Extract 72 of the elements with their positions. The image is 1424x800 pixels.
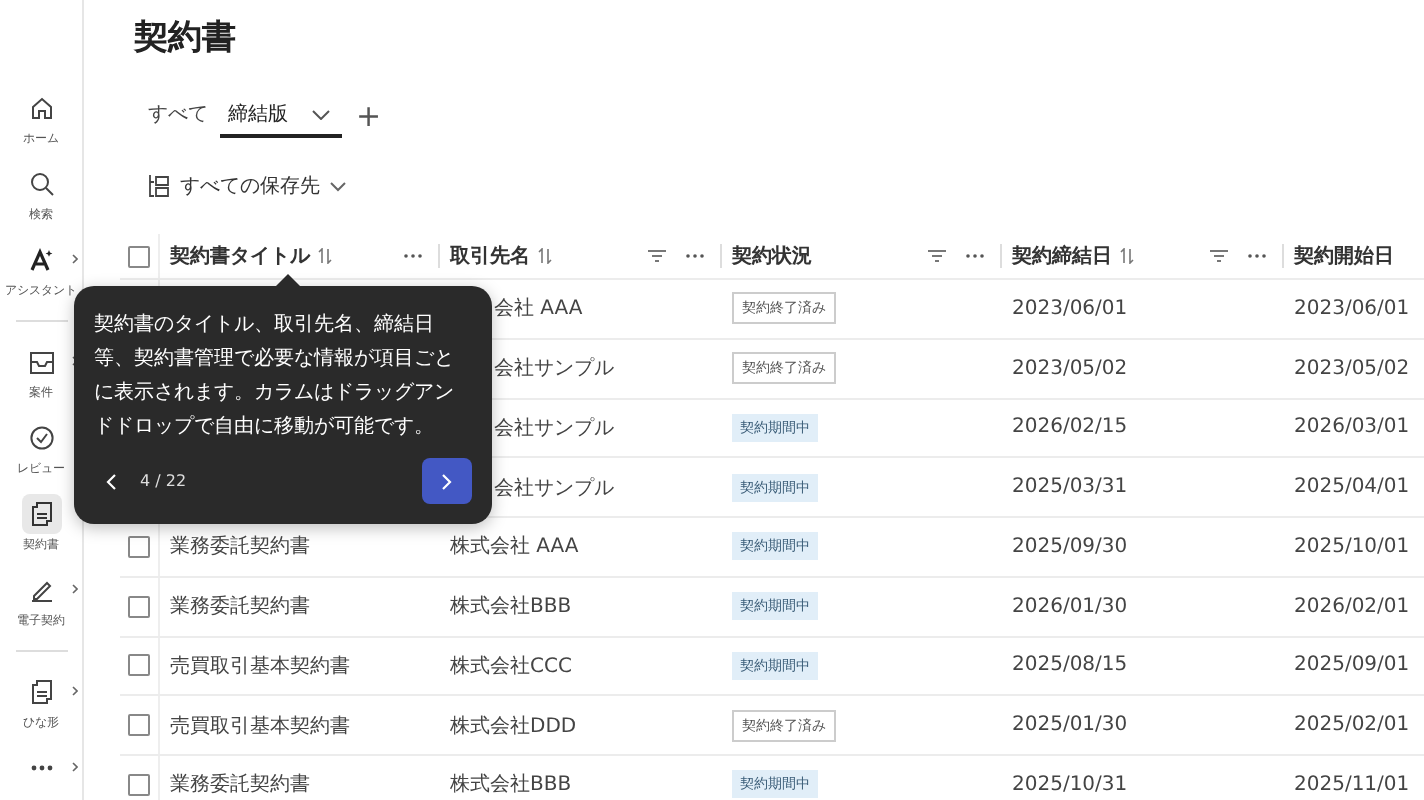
column-header[interactable]: 契約開始日 bbox=[1294, 242, 1394, 270]
table-cell: 2026/03/01 bbox=[1294, 416, 1410, 439]
table-cell-text: 株式会社 AAA bbox=[450, 533, 579, 561]
column-header[interactable]: 契約状況 bbox=[732, 242, 812, 270]
table-cell: 2025/02/01 bbox=[1294, 714, 1410, 737]
table-cell: 2025/08/15 bbox=[1012, 654, 1128, 677]
row-checkbox[interactable] bbox=[128, 595, 150, 618]
table-cell: 2026/02/15 bbox=[1012, 416, 1128, 439]
table-cell: 2026/01/30 bbox=[1012, 595, 1128, 618]
select-all-checkbox[interactable] bbox=[128, 245, 150, 267]
table-cell-text: 売買取引基本契約書 bbox=[170, 713, 350, 740]
table-cell: 2023/05/02 bbox=[1294, 357, 1410, 380]
page-title: 契約書 bbox=[134, 16, 238, 60]
row-checkbox[interactable] bbox=[128, 654, 150, 677]
table-cell: 2023/05/02 bbox=[1012, 357, 1128, 380]
table-cell-text: 株式会社BBB bbox=[450, 771, 572, 799]
filter-icon[interactable] bbox=[648, 250, 666, 262]
row-checkbox[interactable] bbox=[128, 535, 150, 558]
table-cell-text: 会社 AAA bbox=[494, 295, 583, 323]
table-cell-text: 会社サンプル bbox=[494, 355, 614, 383]
table-cell-text: 株式会社BBB bbox=[450, 593, 572, 621]
sort-icon[interactable] bbox=[538, 248, 552, 264]
search-icon bbox=[29, 172, 53, 196]
table-cell-text: 業務委託契約書 bbox=[170, 771, 310, 799]
table-cell: 2023/06/01 bbox=[1012, 297, 1128, 320]
storage-filter-button[interactable]: すべての保存先 bbox=[148, 168, 346, 204]
check-circle-icon bbox=[29, 426, 53, 450]
tab[interactable]: 締結版 bbox=[220, 94, 342, 138]
table-cell: 2025/04/01 bbox=[1294, 476, 1410, 499]
chevron-down-icon bbox=[330, 181, 346, 191]
table-cell: 2023/06/01 bbox=[1294, 297, 1410, 320]
nav-button[interactable] bbox=[21, 494, 61, 534]
step-counter: 4 / 22 bbox=[140, 472, 187, 490]
pen-icon bbox=[29, 578, 53, 602]
row-checkbox[interactable] bbox=[128, 714, 150, 737]
home-icon bbox=[29, 96, 53, 120]
chevron-left-icon bbox=[106, 473, 116, 489]
chevron-down-icon[interactable] bbox=[312, 109, 330, 119]
sparkle-icon bbox=[29, 248, 53, 272]
table-cell: 2026/02/01 bbox=[1294, 595, 1410, 618]
table-cell: 2025/09/30 bbox=[1012, 535, 1128, 558]
column-header[interactable]: 契約書タイトル bbox=[170, 242, 310, 270]
table-cell-text: 業務委託契約書 bbox=[170, 533, 310, 561]
table-cell-text: 業務委託契約書 bbox=[170, 593, 310, 621]
table-cell: 2025/09/01 bbox=[1294, 654, 1410, 677]
document-icon bbox=[31, 680, 51, 704]
inbox-icon bbox=[29, 351, 53, 373]
tooltip-text: 契約書のタイトル、取引先名、締結日等、契約書管理で必要な情報が項目ごとに表示されます。カラムはドラッグアンドドロップで自由に移動が可能です。 bbox=[94, 311, 456, 442]
tab[interactable]: すべて bbox=[140, 94, 216, 138]
table-cell: 2025/10/31 bbox=[1012, 773, 1128, 796]
filter-icon[interactable] bbox=[928, 250, 946, 262]
sort-icon[interactable] bbox=[318, 248, 332, 264]
table-cell: 2025/01/30 bbox=[1012, 714, 1128, 737]
table-cell: 2025/10/01 bbox=[1294, 535, 1410, 558]
column-header[interactable]: 契約締結日 bbox=[1012, 242, 1112, 270]
table-cell-text: 売買取引基本契約書 bbox=[170, 653, 350, 680]
more-icon bbox=[29, 764, 53, 772]
folder-tree-icon bbox=[148, 174, 170, 198]
column-header[interactable]: 取引先名 bbox=[450, 242, 530, 270]
add-tab-button[interactable]: + bbox=[346, 98, 392, 134]
table-cell: 2025/11/01 bbox=[1294, 773, 1410, 796]
sort-icon[interactable] bbox=[1120, 248, 1134, 264]
chevron-right-icon bbox=[442, 473, 452, 489]
table-cell-text: 会社サンプル bbox=[494, 415, 614, 442]
table-cell: 2025/03/31 bbox=[1012, 476, 1128, 499]
next-button[interactable] bbox=[422, 458, 472, 504]
filter-icon[interactable] bbox=[1210, 250, 1228, 262]
table-cell-text: 会社サンプル bbox=[494, 475, 614, 502]
table-cell-text: 株式会社CCC bbox=[450, 653, 572, 680]
document-icon bbox=[31, 502, 51, 526]
row-checkbox[interactable] bbox=[128, 773, 150, 796]
table-cell-text: 株式会社DDD bbox=[450, 713, 577, 740]
